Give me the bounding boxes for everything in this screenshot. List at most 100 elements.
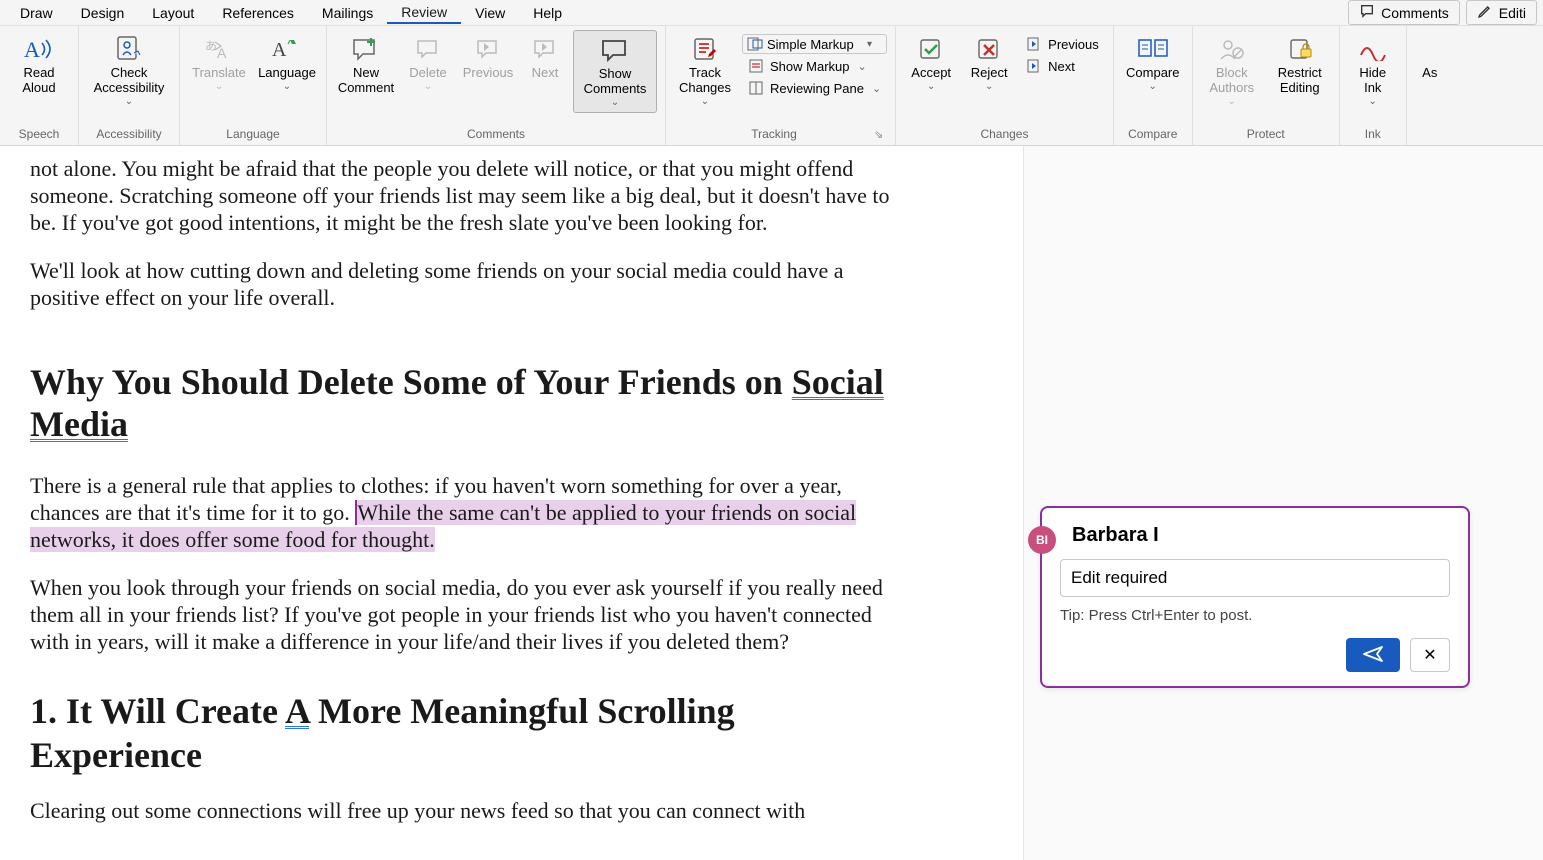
body-paragraph[interactable]: not alone. You might be afraid that the … <box>30 156 910 236</box>
group-language: あA Translate ⌄ A Language ⌄ Language <box>180 26 327 145</box>
previous-comment-label: Previous <box>463 66 514 81</box>
accept-button[interactable]: Accept ⌄ <box>904 30 958 96</box>
svg-text:あ: あ <box>205 39 217 53</box>
translate-icon: あA <box>201 34 237 64</box>
group-label-comments: Comments <box>467 125 525 145</box>
previous-change-label: Previous <box>1048 37 1099 52</box>
assist-label: As <box>1422 66 1437 81</box>
tab-mailings[interactable]: Mailings <box>308 3 387 23</box>
hide-ink-button[interactable]: Hide Ink ⌄ <box>1348 30 1398 111</box>
tracking-dialog-launcher[interactable]: ⇘ <box>874 128 883 141</box>
translate-label: Translate <box>192 66 246 81</box>
delete-comment-icon <box>410 34 446 64</box>
tab-design[interactable]: Design <box>67 3 139 23</box>
markup-mode-select[interactable]: Simple Markup ▾ <box>742 34 887 54</box>
check-accessibility-label: Check Accessibility <box>94 66 165 96</box>
body-paragraph[interactable]: There is a general rule that applies to … <box>30 473 910 553</box>
comment-card[interactable]: BI Barbara I Tip: Press Ctrl+Enter to po… <box>1040 506 1470 688</box>
reviewing-pane-icon <box>748 80 764 96</box>
translate-button[interactable]: あA Translate ⌄ <box>188 30 250 96</box>
subheading-1[interactable]: 1. It Will Create A More Meaningful Scro… <box>30 690 910 778</box>
group-label-ink: Ink <box>1365 125 1381 145</box>
comments-button[interactable]: Comments <box>1348 0 1460 25</box>
comment-actions: ✕ <box>1060 638 1450 672</box>
heading-why-delete[interactable]: Why You Should Delete Some of Your Frien… <box>30 362 910 445</box>
read-aloud-button[interactable]: A Read Aloud <box>8 30 70 100</box>
reject-icon <box>971 34 1007 64</box>
tab-layout[interactable]: Layout <box>138 3 208 23</box>
comment-bubble-icon <box>1359 3 1375 22</box>
markup-mode-value: Simple Markup <box>767 37 863 52</box>
subheading-squiggle: A <box>285 691 309 731</box>
close-icon: ✕ <box>1423 645 1436 665</box>
body-paragraph[interactable]: When you look through your friends on so… <box>30 575 910 655</box>
tab-view[interactable]: View <box>461 3 519 23</box>
reviewing-pane-button[interactable]: Reviewing Pane <box>742 78 887 98</box>
restrict-editing-icon <box>1282 34 1318 64</box>
assist-button[interactable]: As <box>1415 30 1445 85</box>
read-aloud-label: Read Aloud <box>22 66 55 96</box>
language-button[interactable]: A Language ⌄ <box>256 30 318 96</box>
markup-mode-icon <box>747 36 763 52</box>
svg-text:A: A <box>24 37 40 62</box>
next-change-button[interactable]: Next <box>1020 56 1105 76</box>
group-accessibility: Check Accessibility ⌄ Accessibility <box>79 26 180 145</box>
previous-change-icon <box>1026 36 1042 52</box>
next-comment-button[interactable]: Next <box>523 30 567 85</box>
group-label-tracking: Tracking <box>674 125 874 145</box>
reviewing-pane-label: Reviewing Pane <box>770 81 864 96</box>
show-comments-icon <box>597 35 633 65</box>
track-changes-label: Track Changes <box>679 66 731 96</box>
compare-button[interactable]: Compare ⌄ <box>1122 30 1184 96</box>
check-accessibility-button[interactable]: Check Accessibility ⌄ <box>87 30 171 111</box>
group-ink: Hide Ink ⌄ Ink <box>1340 26 1407 145</box>
tab-draw[interactable]: Draw <box>6 3 67 23</box>
tab-review[interactable]: Review <box>387 2 461 24</box>
send-comment-button[interactable] <box>1346 638 1400 672</box>
read-aloud-icon: A <box>21 34 57 64</box>
cancel-comment-button[interactable]: ✕ <box>1410 638 1450 672</box>
show-comments-button[interactable]: Show Comments ⌄ <box>573 30 657 113</box>
next-comment-icon <box>527 34 563 64</box>
group-label-accessibility: Accessibility <box>96 125 161 145</box>
comment-input[interactable] <box>1060 559 1450 597</box>
delete-comment-label: Delete <box>409 66 447 81</box>
tab-help[interactable]: Help <box>519 3 576 23</box>
group-changes: Accept ⌄ Reject ⌄ Previous <box>896 26 1114 145</box>
ribbon: A Read Aloud Speech Check Accessibility … <box>0 26 1543 146</box>
track-changes-button[interactable]: Track Changes ⌄ <box>674 30 736 111</box>
comments-button-label: Comments <box>1381 5 1449 21</box>
track-changes-icon <box>687 34 723 64</box>
show-markup-icon <box>748 58 764 74</box>
delete-comment-button[interactable]: Delete ⌄ <box>403 30 453 96</box>
document-area[interactable]: not alone. You might be afraid that the … <box>0 146 1023 860</box>
next-change-icon <box>1026 58 1042 74</box>
compare-label: Compare <box>1126 66 1179 81</box>
block-authors-icon <box>1214 34 1250 64</box>
compare-icon <box>1135 34 1171 64</box>
body-paragraph[interactable]: We'll look at how cutting down and delet… <box>30 258 910 312</box>
page: not alone. You might be afraid that the … <box>30 146 910 825</box>
editing-button-label: Editi <box>1499 5 1526 21</box>
group-speech: A Read Aloud Speech <box>0 26 79 145</box>
next-comment-label: Next <box>532 66 559 81</box>
previous-comment-button[interactable]: Previous <box>459 30 517 85</box>
accept-icon <box>913 34 949 64</box>
show-markup-button[interactable]: Show Markup <box>742 56 887 76</box>
group-label-language: Language <box>226 125 279 145</box>
next-change-label: Next <box>1048 59 1075 74</box>
body-paragraph[interactable]: Clearing out some connections will free … <box>30 798 910 825</box>
language-icon: A <box>269 34 305 64</box>
group-comments: New Comment Delete ⌄ Previous Next <box>327 26 666 145</box>
restrict-editing-button[interactable]: Restrict Editing <box>1269 30 1331 100</box>
new-comment-icon <box>348 34 384 64</box>
block-authors-button[interactable]: Block Authors ⌄ <box>1201 30 1263 111</box>
tab-references[interactable]: References <box>208 3 308 23</box>
send-icon <box>1362 645 1384 666</box>
editing-button[interactable]: Editi <box>1466 0 1537 25</box>
new-comment-button[interactable]: New Comment <box>335 30 397 100</box>
subheading-text: 1. It Will Create <box>30 691 285 731</box>
previous-change-button[interactable]: Previous <box>1020 34 1105 54</box>
reject-button[interactable]: Reject ⌄ <box>964 30 1014 96</box>
comment-author: Barbara I <box>1072 524 1450 547</box>
